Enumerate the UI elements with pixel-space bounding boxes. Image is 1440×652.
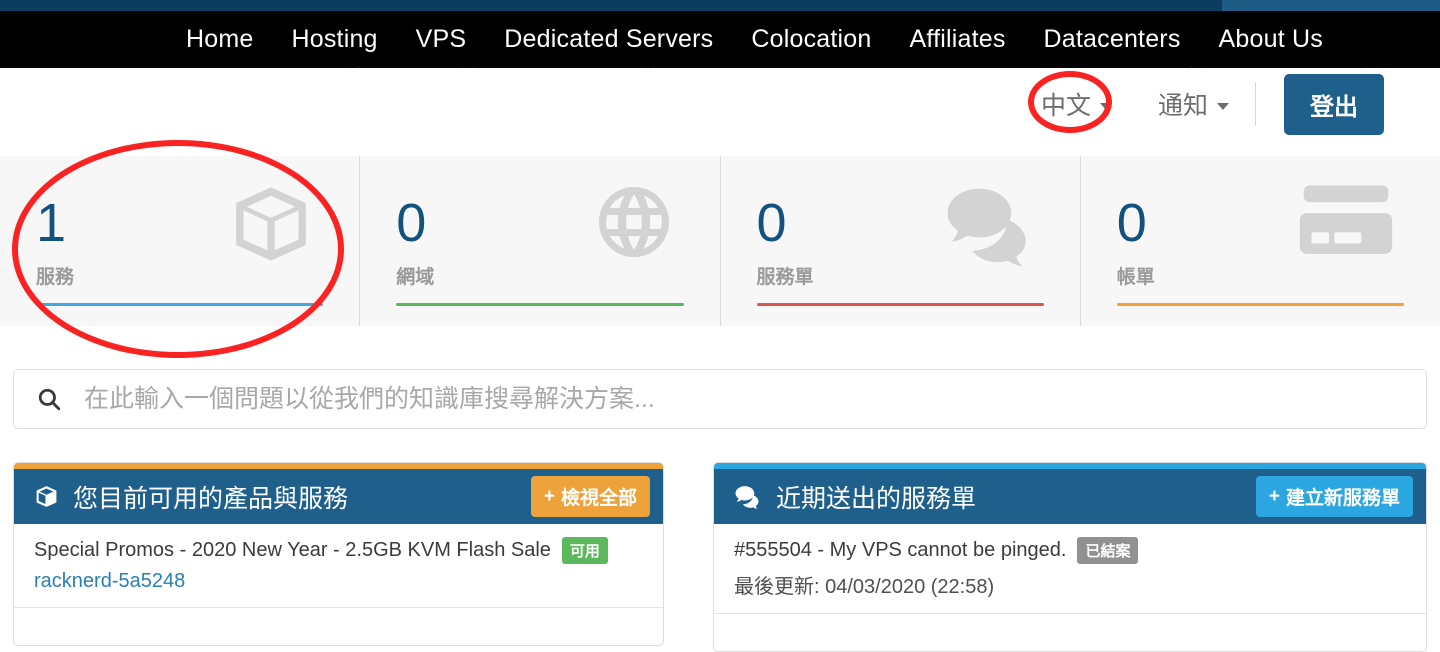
credit-card-icon: [1296, 180, 1396, 265]
nav-item-hosting[interactable]: Hosting: [273, 25, 397, 54]
nav-item-datacenters[interactable]: Datacenters: [1025, 25, 1200, 54]
stat-underline: [756, 303, 1044, 306]
view-all-label: 檢視全部: [560, 488, 637, 509]
nav-item-vps[interactable]: VPS: [397, 25, 486, 54]
ticket-subject: #555504 - My VPS cannot be pinged.: [734, 539, 1067, 561]
language-selector[interactable]: 中文: [1041, 86, 1112, 122]
status-badge: 已結案: [1077, 537, 1139, 564]
box-icon: [227, 180, 315, 273]
nav-item-colocation[interactable]: Colocation: [732, 25, 890, 54]
service-domain-link[interactable]: racknerd-5a5248: [34, 570, 185, 592]
stat-card-services[interactable]: 1 服務: [0, 156, 359, 326]
nav-item-about-us[interactable]: About Us: [1200, 25, 1342, 54]
chat-icon: [734, 484, 762, 509]
ticket-updated: 最後更新: 04/03/2020 (22:58): [734, 576, 995, 598]
language-label: 中文: [1040, 92, 1091, 120]
view-all-services-button[interactable]: + 檢視全部: [530, 476, 650, 517]
knowledgebase-search[interactable]: [13, 369, 1427, 429]
stat-underline: [1116, 303, 1404, 306]
nav-item-dedicated-servers[interactable]: Dedicated Servers: [485, 25, 732, 54]
nav-item-affiliates[interactable]: Affiliates: [891, 25, 1025, 54]
globe-icon: [592, 180, 676, 269]
status-badge: 可用: [561, 537, 608, 564]
service-name: Special Promos - 2020 New Year - 2.5GB K…: [34, 539, 551, 561]
panel-services-body: Special Promos - 2020 New Year - 2.5GB K…: [14, 524, 663, 607]
panel-tickets: 近期送出的服務單 + 建立新服務單 #555504 - My VPS canno…: [713, 462, 1427, 652]
stat-card-tickets[interactable]: 0 服務單: [719, 156, 1080, 326]
top-accent-strip-right: [1222, 0, 1440, 11]
chevron-down-icon: [1099, 103, 1112, 110]
panel-title: 近期送出的服務單: [776, 484, 977, 513]
panel-tickets-body: #555504 - My VPS cannot be pinged. 已結案 最…: [714, 524, 1426, 613]
panel-services-footer: [14, 607, 663, 645]
utility-bar: 中文 通知 登出: [0, 68, 1440, 140]
top-accent-strip: [0, 0, 1440, 11]
utility-divider: [1255, 82, 1256, 126]
panel-services-header: 您目前可用的產品與服務 + 檢視全部: [14, 469, 663, 524]
box-icon: [34, 484, 59, 509]
panel-tickets-footer: [714, 613, 1426, 651]
panel-title: 您目前可用的產品與服務: [73, 484, 349, 513]
top-accent-strip-left: [0, 0, 1222, 11]
panel-tickets-header: 近期送出的服務單 + 建立新服務單: [714, 469, 1426, 524]
stat-label: 帳單: [1116, 267, 1155, 288]
chat-icon: [944, 180, 1036, 273]
stat-underline: [36, 303, 324, 306]
nav-item-home[interactable]: Home: [186, 25, 273, 54]
stats-summary-bar: 1 服務 0 網域 0 服務單 0 帳單: [0, 156, 1440, 326]
stat-underline: [396, 303, 684, 306]
service-domain-row: racknerd-5a5248: [34, 570, 643, 593]
service-row[interactable]: Special Promos - 2020 New Year - 2.5GB K…: [34, 537, 643, 564]
main-navigation: Home Hosting VPS Dedicated Servers Coloc…: [0, 11, 1440, 68]
notifications-menu[interactable]: 通知: [1158, 86, 1229, 122]
notifications-label: 通知: [1157, 92, 1208, 120]
logout-button[interactable]: 登出: [1284, 73, 1384, 135]
plus-icon: +: [543, 485, 555, 507]
search-input[interactable]: [84, 384, 1404, 414]
ticket-row[interactable]: #555504 - My VPS cannot be pinged. 已結案: [734, 537, 1406, 564]
chevron-down-icon: [1217, 103, 1229, 110]
dashboard-panels: 您目前可用的產品與服務 + 檢視全部 Special Promos - 2020…: [0, 462, 1440, 652]
new-ticket-label: 建立新服務單: [1285, 488, 1400, 509]
nav-item-list: Home Hosting VPS Dedicated Servers Coloc…: [0, 25, 1342, 54]
stat-card-domains[interactable]: 0 網域: [359, 156, 719, 326]
panel-services: 您目前可用的產品與服務 + 檢視全部 Special Promos - 2020…: [13, 462, 664, 646]
plus-icon: +: [1268, 485, 1280, 507]
search-icon: [36, 386, 62, 412]
new-ticket-button[interactable]: + 建立新服務單: [1255, 476, 1413, 517]
stat-card-invoices[interactable]: 0 帳單: [1079, 156, 1440, 326]
